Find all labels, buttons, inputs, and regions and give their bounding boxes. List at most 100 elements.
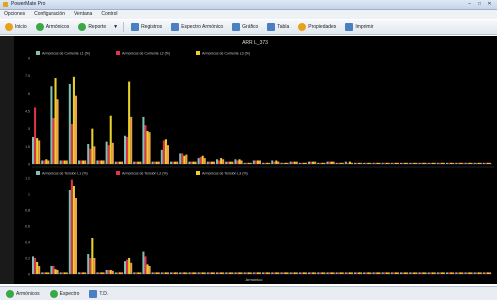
current-bar bbox=[427, 162, 430, 164]
voltage-bar bbox=[348, 272, 351, 274]
voltage-bar bbox=[107, 270, 110, 274]
voltage-legend-label: Armónicos de Tensión L3 (%) bbox=[202, 172, 248, 176]
voltage-bar bbox=[54, 269, 57, 274]
current-bar bbox=[420, 162, 423, 164]
properties-button[interactable]: Propiedades bbox=[296, 22, 338, 33]
voltage-bar bbox=[155, 272, 158, 274]
voltage-bar bbox=[369, 272, 372, 274]
voltage-bar bbox=[256, 272, 259, 274]
voltage-bar bbox=[411, 272, 414, 274]
current-bar bbox=[166, 145, 169, 164]
voltage-bar bbox=[160, 272, 163, 274]
menu-configuracion[interactable]: Configuración bbox=[34, 10, 65, 19]
minimize-icon[interactable]: – bbox=[466, 1, 473, 7]
voltage-bar bbox=[438, 272, 441, 274]
menu-ventana[interactable]: Ventana bbox=[74, 10, 92, 19]
current-bar bbox=[392, 162, 395, 164]
home-button[interactable]: Inicio bbox=[3, 22, 29, 33]
voltage-bar bbox=[323, 272, 326, 274]
current-bar bbox=[482, 162, 485, 164]
voltage-bar bbox=[378, 272, 381, 274]
current-bar bbox=[385, 162, 388, 164]
current-bar bbox=[266, 162, 269, 164]
voltage-bar bbox=[258, 272, 261, 274]
voltage-bar bbox=[164, 272, 167, 274]
voltage-bar bbox=[216, 272, 219, 274]
current-bar bbox=[452, 162, 455, 164]
menu-control[interactable]: Control bbox=[101, 10, 117, 19]
voltage-bar bbox=[295, 272, 298, 274]
table-button[interactable]: Tabla bbox=[265, 22, 291, 33]
current-bar bbox=[148, 132, 151, 164]
voltage-bar bbox=[293, 272, 296, 274]
current-bar bbox=[295, 161, 298, 164]
current-bar bbox=[348, 161, 351, 164]
voltage-bar bbox=[424, 272, 427, 274]
voltage-bar bbox=[93, 258, 96, 274]
current-bar bbox=[314, 161, 317, 164]
status-harmonics-button[interactable]: Armónicos bbox=[4, 288, 42, 299]
current-bar bbox=[256, 160, 259, 164]
current-bar bbox=[455, 162, 458, 164]
report-button[interactable]: Reporte bbox=[76, 22, 108, 33]
voltage-bar bbox=[185, 272, 188, 274]
current-bar bbox=[488, 162, 491, 164]
current-bar bbox=[330, 161, 333, 164]
voltage-bar bbox=[374, 272, 377, 274]
voltage-bar bbox=[404, 272, 407, 274]
print-button[interactable]: Imprimir bbox=[343, 22, 375, 33]
chart-button[interactable]: Gráfico bbox=[230, 22, 260, 33]
records-button-label: Registros bbox=[141, 24, 163, 30]
voltage-bar bbox=[206, 272, 209, 274]
voltage-bar bbox=[420, 272, 423, 274]
voltage-bar bbox=[82, 272, 85, 274]
close-icon[interactable]: ✕ bbox=[486, 1, 493, 7]
voltage-bar bbox=[41, 272, 44, 274]
voltage-legend-swatch bbox=[196, 171, 200, 175]
voltage-bar bbox=[36, 262, 39, 274]
current-bar bbox=[243, 162, 246, 164]
harmonics-chart: ARR L_373 Armónicos de Corriente L1 (%) A… bbox=[14, 36, 497, 284]
current-bar bbox=[252, 160, 255, 164]
maximize-icon[interactable]: □ bbox=[476, 1, 483, 7]
voltage-bar bbox=[433, 272, 436, 274]
voltage-bar bbox=[332, 272, 335, 274]
current-bar bbox=[484, 162, 487, 164]
current-bar bbox=[367, 162, 370, 164]
voltage-bar bbox=[59, 272, 62, 274]
voltage-bar bbox=[427, 272, 430, 274]
current-bar bbox=[282, 162, 285, 164]
dropdown-arrow-icon[interactable]: ▼ bbox=[113, 24, 118, 30]
voltage-bar bbox=[394, 272, 397, 274]
current-bar bbox=[32, 136, 35, 164]
current-bar bbox=[381, 162, 384, 164]
current-bar bbox=[450, 162, 453, 164]
menu-opciones[interactable]: Opciones bbox=[4, 10, 25, 19]
harmonics-button[interactable]: Armónicos bbox=[34, 22, 72, 33]
voltage-bar bbox=[192, 272, 195, 274]
status-spectrum-button[interactable]: Espectro bbox=[48, 288, 82, 299]
chart-button-label: Gráfico bbox=[242, 24, 259, 30]
voltage-bar bbox=[68, 190, 71, 274]
current-bar bbox=[249, 162, 252, 164]
voltage-bar bbox=[298, 272, 301, 274]
voltage-bar bbox=[328, 272, 331, 274]
current-bar bbox=[197, 158, 200, 164]
voltage-bar bbox=[358, 272, 361, 274]
current-bar bbox=[464, 162, 467, 164]
x-axis-label: Armónico bbox=[246, 277, 264, 282]
voltage-bar bbox=[477, 272, 480, 274]
status-td-button[interactable]: T.D. bbox=[87, 288, 110, 299]
chart-icon bbox=[232, 23, 241, 31]
records-button[interactable]: Registros bbox=[129, 22, 164, 33]
voltage-bar bbox=[142, 251, 145, 274]
current-bar bbox=[245, 162, 248, 164]
voltage-bar bbox=[365, 272, 368, 274]
voltage-bar bbox=[308, 272, 311, 274]
current-bar bbox=[98, 160, 101, 164]
current-bar bbox=[151, 161, 154, 164]
voltage-bar bbox=[52, 266, 55, 274]
spectrum-button[interactable]: Espectro Armónico bbox=[169, 22, 225, 33]
voltage-bar bbox=[148, 266, 151, 274]
voltage-bar bbox=[360, 272, 363, 274]
